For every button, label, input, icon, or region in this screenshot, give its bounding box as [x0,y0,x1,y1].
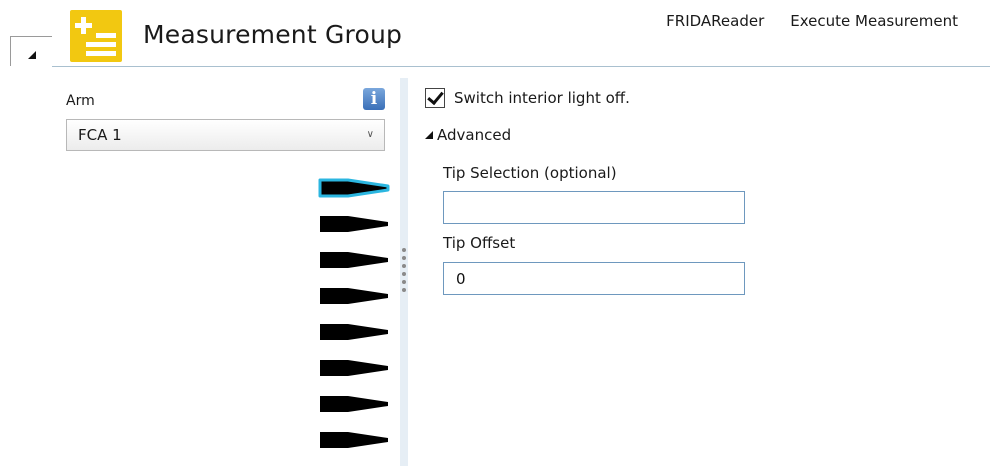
tip-6-icon[interactable] [318,356,390,392]
arm-label: Arm [66,93,95,109]
advanced-expander[interactable]: Advanced [425,126,511,144]
chevron-down-icon: ∨ [366,129,374,140]
top-nav: FRIDAReader Execute Measurement [666,12,958,30]
tip-selection-label: Tip Selection (optional) [443,164,617,182]
tip-3-icon[interactable] [318,248,390,284]
collapse-toggle-button[interactable] [10,36,52,66]
tip-selection-input[interactable] [443,191,745,224]
tip-8-icon[interactable] [318,428,390,464]
advanced-label: Advanced [437,126,512,144]
nav-execute-measurement-link[interactable]: Execute Measurement [790,12,958,30]
tip-offset-input[interactable] [443,262,745,295]
info-icon[interactable]: i [363,88,385,110]
tip-1-icon[interactable] [318,176,390,212]
checkmark-icon [427,87,444,106]
tip-5-icon[interactable] [318,320,390,356]
collapse-triangle-icon [27,50,36,59]
tip-7-icon[interactable] [318,392,390,428]
interior-light-checkbox-row[interactable]: Switch interior light off. [425,87,630,108]
header-divider [52,66,990,67]
page-title: Measurement Group [143,20,403,49]
interior-light-checkbox[interactable] [425,87,445,108]
arm-select[interactable]: FCA 1 ∨ [66,119,385,151]
tip-4-icon[interactable] [318,284,390,320]
interior-light-label: Switch interior light off. [454,89,630,107]
tip-offset-label: Tip Offset [443,234,516,252]
tip-list [318,176,390,464]
expander-triangle-icon [425,131,433,139]
measurement-group-icon [70,10,122,62]
arm-select-value: FCA 1 [78,126,122,144]
pane-splitter[interactable] [400,78,408,466]
nav-fridareader-link[interactable]: FRIDAReader [666,12,764,30]
tip-2-icon[interactable] [318,212,390,248]
splitter-grip-icon [402,248,406,296]
